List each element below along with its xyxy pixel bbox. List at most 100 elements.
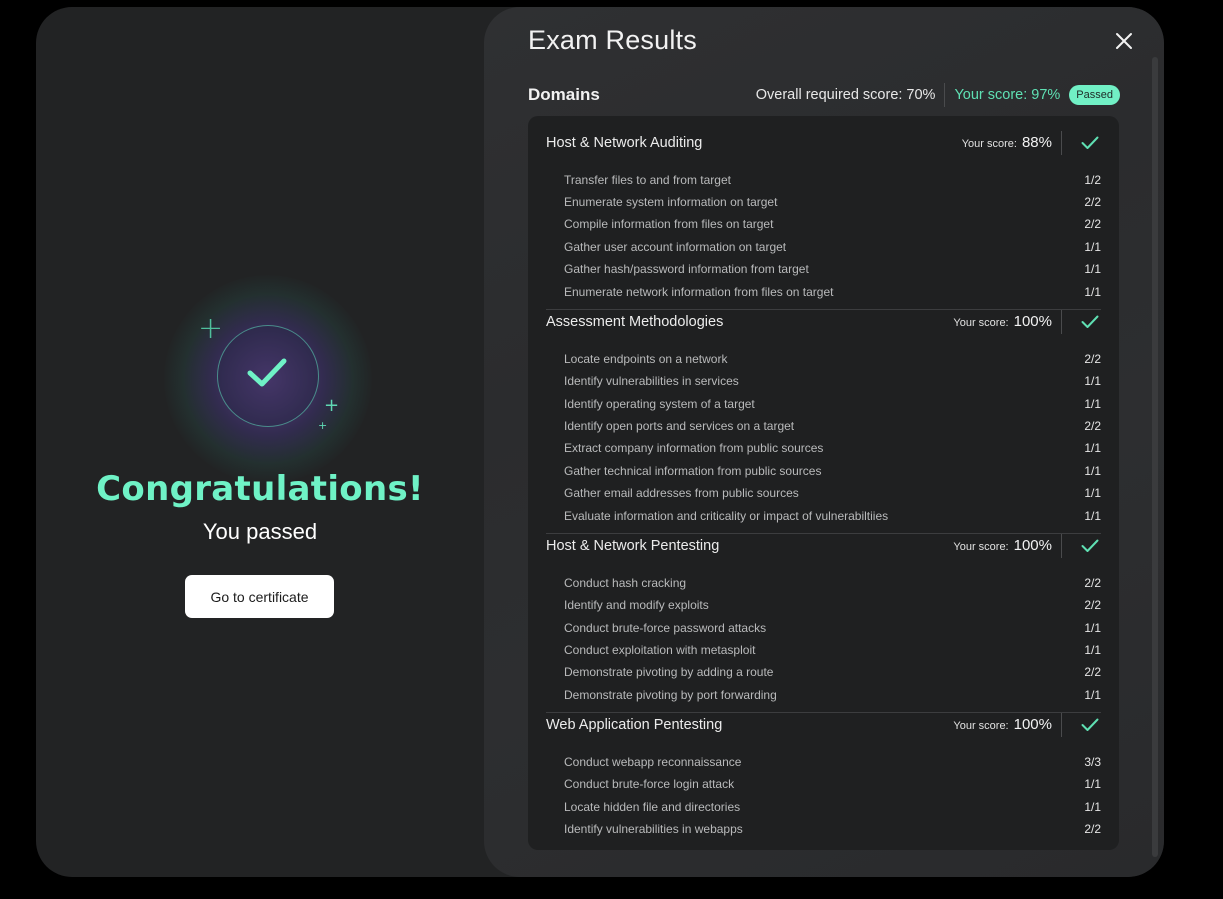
objective-score: 1/1: [1084, 621, 1101, 635]
objective-row: Conduct hash cracking 2/2: [564, 576, 1101, 594]
objective-label: Gather user account information on targe…: [564, 240, 787, 254]
objective-label: Enumerate system information on target: [564, 195, 778, 209]
objective-score: 3/3: [1084, 755, 1101, 769]
objective-score: 1/1: [1084, 509, 1101, 523]
objective-row: Compile information from files on target…: [564, 217, 1101, 235]
divider: [1061, 310, 1062, 334]
objective-row: Conduct brute-force login attack 1/1: [564, 777, 1101, 795]
objective-label: Conduct brute-force login attack: [564, 777, 735, 791]
objective-label: Extract company information from public …: [564, 441, 824, 455]
check-icon: [1081, 315, 1099, 328]
divider: [1061, 713, 1062, 737]
objective-row: Enumerate system information on target 2/…: [564, 195, 1101, 213]
objective-label: Identify open ports and services on a ta…: [564, 419, 795, 433]
objective-score: 2/2: [1084, 576, 1101, 590]
objective-row: Gather user account information on targe…: [564, 240, 1101, 258]
objective-score: 2/2: [1084, 822, 1101, 836]
objective-label: Conduct exploitation with metasploit: [564, 643, 756, 657]
objective-score: 2/2: [1084, 419, 1101, 433]
your-score-value: 97%: [1031, 87, 1061, 103]
objective-score: 1/1: [1084, 441, 1101, 455]
objective-row: Demonstrate pivoting by adding a route 2/…: [564, 665, 1101, 683]
page-title: Exam Results: [528, 25, 697, 55]
objective-row: Gather hash/password information from ta…: [564, 262, 1101, 280]
objective-label: Demonstrate pivoting by port forwarding: [564, 688, 777, 702]
celebration-panel: + + + Congratulations! You passed Go to …: [36, 7, 484, 877]
objective-score: 1/1: [1084, 240, 1101, 254]
objective-label: Gather technical information from public…: [564, 464, 822, 478]
objective-row: Identify and modify exploits 2/2: [564, 598, 1101, 616]
domain-score-label: Your score:: [953, 317, 1009, 329]
close-icon[interactable]: [1112, 29, 1136, 53]
objective-score: 1/1: [1084, 374, 1101, 388]
objective-label: Enumerate network information from files…: [564, 285, 834, 299]
objective-label: Identify and modify exploits: [564, 598, 709, 612]
objective-row: Gather technical information from public…: [564, 464, 1101, 482]
required-score-label: Overall required score:: [755, 87, 903, 103]
status-badge: Passed: [1069, 85, 1120, 105]
score-summary: Overall required score: 70% Your score: …: [756, 83, 1120, 107]
scrollbar[interactable]: [1152, 57, 1158, 857]
domain-score-label: Your score:: [953, 720, 1009, 732]
divider: [1061, 534, 1062, 558]
objective-row: Demonstrate pivoting by port forwarding 1…: [564, 688, 1101, 706]
objective-row: Gather email addresses from public sourc…: [564, 486, 1101, 504]
domain-score-label: Your score:: [961, 138, 1017, 150]
domain-score: Your score: 100%: [953, 537, 1052, 554]
congrats-heading: Congratulations!: [96, 469, 424, 509]
passed-subtitle: You passed: [202, 519, 318, 544]
go-to-certificate-button[interactable]: Go to certificate: [185, 575, 334, 618]
objective-row: Identify open ports and services on a ta…: [564, 419, 1101, 437]
objective-row: Identify vulnerabilities in webapps 2/2: [564, 822, 1101, 840]
objective-row: Extract company information from public …: [564, 441, 1101, 459]
domain-name: Host & Network Pentesting: [546, 538, 720, 554]
domain-score-value: 100%: [1013, 716, 1052, 733]
domain-name: Web Application Pentesting: [546, 717, 723, 733]
objective-label: Gather hash/password information from ta…: [564, 262, 809, 276]
objective-score: 2/2: [1084, 217, 1101, 231]
domain-name: Assessment Methodologies: [546, 314, 724, 330]
sparkle-icon: +: [318, 419, 328, 432]
divider: [944, 83, 946, 107]
objective-score: 2/2: [1084, 598, 1101, 612]
domain-header: Host & Network Pentesting Your score: 10…: [546, 533, 1101, 561]
objective-label: Transfer files to and from target: [564, 173, 731, 187]
objective-score: 1/1: [1084, 397, 1101, 411]
objective-row: Evaluate information and criticality or …: [564, 509, 1101, 527]
objective-label: Identify vulnerabilities in services: [564, 374, 739, 388]
objective-score: 1/1: [1084, 800, 1101, 814]
check-icon: [1081, 718, 1099, 731]
objective-row: Identify operating system of a target 1/1: [564, 397, 1101, 415]
sparkle-icon: +: [198, 311, 224, 346]
check-icon: [1081, 539, 1099, 552]
exam-results-modal: + + + Congratulations! You passed Go to …: [36, 7, 1164, 877]
domain-score-value: 88%: [1021, 134, 1052, 151]
objective-label: Evaluate information and criticality or …: [564, 509, 889, 523]
objective-score: 2/2: [1084, 665, 1101, 679]
your-score-label: Your score:: [954, 87, 1028, 103]
objective-score: 2/2: [1084, 195, 1101, 209]
objective-score: 1/1: [1084, 688, 1101, 702]
objective-row: Enumerate network information from files…: [564, 285, 1101, 303]
check-icon: [1081, 136, 1099, 149]
domain-header: Assessment Methodologies Your score: 100…: [546, 309, 1101, 337]
objective-score: 1/1: [1084, 643, 1101, 657]
domain-name: Host & Network Auditing: [546, 135, 703, 151]
objective-score: 1/1: [1084, 777, 1101, 791]
objective-row: Locate hidden file and directories 1/1: [564, 800, 1101, 818]
objective-row: Conduct webapp reconnaissance 3/3: [564, 755, 1101, 773]
domains-heading: Domains: [528, 85, 600, 104]
domain-score: Your score: 100%: [953, 313, 1052, 330]
objective-label: Conduct hash cracking: [564, 576, 687, 590]
objective-score: 2/2: [1084, 352, 1101, 366]
domains-list: Host & Network Auditing Your score: 88% …: [528, 116, 1119, 850]
objective-score: 1/1: [1084, 464, 1101, 478]
objective-score: 1/1: [1084, 262, 1101, 276]
domain-score: Your score: 100%: [953, 716, 1052, 733]
divider: [1061, 131, 1062, 155]
domain-header: Web Application Pentesting Your score: 1…: [546, 712, 1101, 740]
required-score-value: 70%: [906, 87, 936, 103]
objective-score: 1/2: [1084, 173, 1101, 187]
objective-label: Conduct brute-force password attacks: [564, 621, 767, 635]
objective-row: Transfer files to and from target 1/2: [564, 173, 1101, 191]
